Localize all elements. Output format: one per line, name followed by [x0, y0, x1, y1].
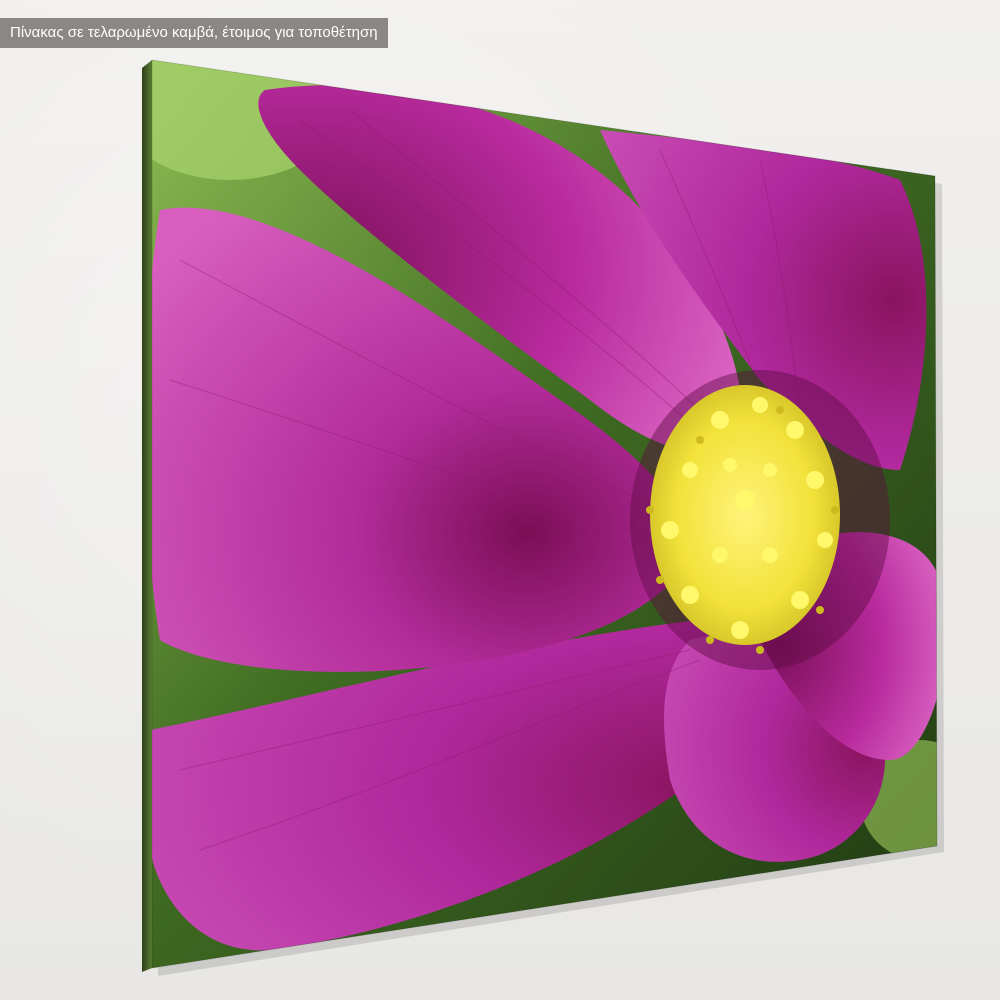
- product-image: [0, 0, 1000, 1000]
- canvas-side-edge: [142, 60, 152, 972]
- flower-center: [650, 385, 840, 645]
- flower-artwork: [152, 60, 937, 968]
- canvas-print: [142, 59, 944, 976]
- product-caption-banner: Πίνακας σε τελαρωμένο καμβά, έτοιμος για…: [0, 18, 388, 48]
